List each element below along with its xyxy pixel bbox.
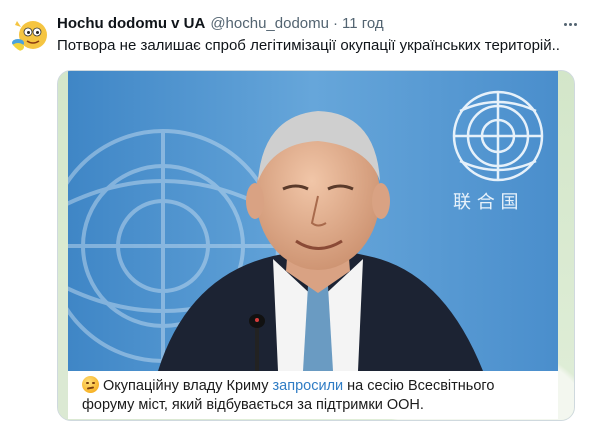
avatar-cartoon-face xyxy=(9,13,49,53)
more-horizontal-icon[interactable] xyxy=(560,14,580,34)
user-handle[interactable]: @hochu_dodomu xyxy=(210,15,329,32)
caption-text-line2: форуму міст, який відбувається за підтри… xyxy=(82,397,424,413)
tweet[interactable]: Hochu dodomu v UA @hochu_dodomu · 11 год… xyxy=(0,0,598,428)
un-press-photo: 联 合 国 xyxy=(68,71,558,371)
un-emblem-small xyxy=(452,90,544,182)
tweet-text: Потвора не залишає спроб легітимізації о… xyxy=(57,37,560,54)
separator-dot: · xyxy=(332,14,338,32)
display-name[interactable]: Hochu dodomu v UA xyxy=(57,15,205,32)
caption-text-before: Окупаційну владу Криму xyxy=(103,378,273,394)
tweet-media[interactable]: 联 合 国 Окупаційну владу Криму запросили н… xyxy=(57,70,575,421)
tweet-header: Hochu dodomu v UA @hochu_dodomu · 11 год xyxy=(57,13,384,33)
media-photo[interactable]: 联 合 国 xyxy=(68,71,558,371)
caption-text-after: на сесію Всесвітнього xyxy=(343,378,495,394)
un-chinese-characters: 联 合 国 xyxy=(453,192,518,213)
caption-link[interactable]: запросили xyxy=(273,378,344,394)
media-caption: Окупаційну владу Криму запросили на сесі… xyxy=(68,371,558,419)
avatar[interactable] xyxy=(9,13,49,53)
timestamp[interactable]: 11 год xyxy=(342,15,384,32)
slightly-smiling-face-icon xyxy=(82,376,99,393)
